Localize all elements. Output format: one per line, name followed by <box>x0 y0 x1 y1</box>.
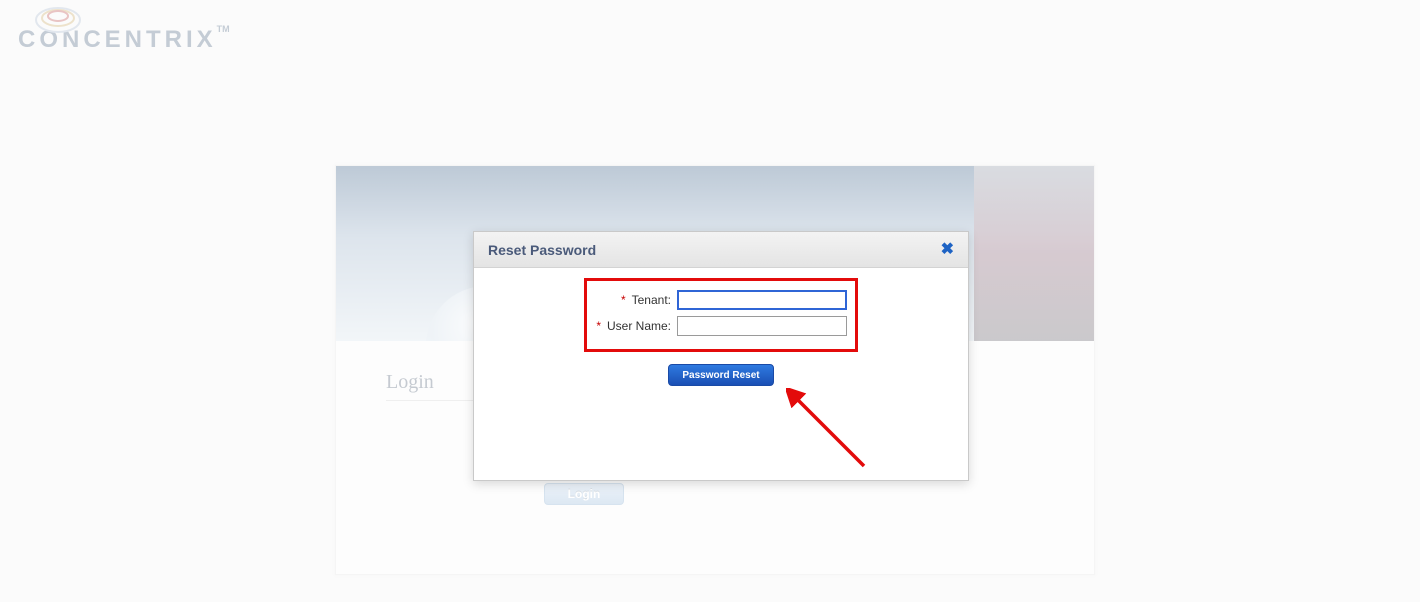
tenant-row: * Tenant: <box>595 287 847 313</box>
login-button[interactable]: Login <box>544 483 624 505</box>
annotation-arrow-icon <box>786 388 876 478</box>
brand-swirl-icon <box>32 0 84 38</box>
brand-trademark: TM <box>217 24 230 34</box>
password-reset-button-label: Password Reset <box>682 370 759 381</box>
username-row: * User Name: <box>595 313 847 339</box>
brand-logo: CONCENTRIXTM <box>18 26 230 54</box>
username-required-marker: * <box>596 319 601 333</box>
tenant-input[interactable] <box>677 290 847 310</box>
tenant-label: Tenant: <box>632 293 671 307</box>
username-label: User Name: <box>607 319 671 333</box>
tenant-required-marker: * <box>621 293 626 307</box>
login-button-label: Login <box>568 487 601 501</box>
modal-title: Reset Password <box>488 242 596 258</box>
annotation-highlight-box: * Tenant: * User Name: <box>584 278 858 352</box>
close-icon[interactable]: ✖ <box>941 242 954 258</box>
reset-password-modal: Reset Password ✖ * Tenant: * User Name: … <box>473 231 969 481</box>
password-reset-button[interactable]: Password Reset <box>668 364 774 386</box>
modal-header: Reset Password ✖ <box>474 232 968 268</box>
username-input[interactable] <box>677 316 847 336</box>
header-figure-image <box>974 166 1094 341</box>
modal-body: * Tenant: * User Name: Password Reset <box>474 268 968 406</box>
